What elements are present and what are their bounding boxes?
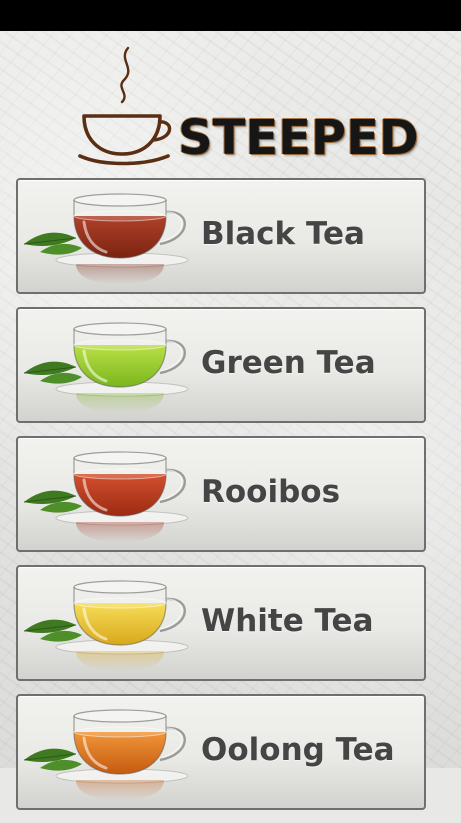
teacup-icon (23, 322, 189, 413)
status-bar (0, 0, 461, 31)
tea-button-black[interactable]: Black Tea (16, 178, 426, 294)
tea-label: Rooibos (201, 474, 341, 510)
teacup-icon (23, 580, 189, 671)
tea-label: Black Tea (201, 216, 365, 252)
teacup-icon (23, 451, 189, 542)
app-title: STEEPED (178, 110, 419, 166)
app-logo: STEEPED (78, 44, 419, 169)
tea-label: Green Tea (201, 345, 376, 381)
tea-button-oolong[interactable]: Oolong Tea (16, 694, 426, 810)
tea-button-green[interactable]: Green Tea (16, 307, 426, 423)
tea-label: White Tea (201, 603, 374, 639)
teacup-icon (23, 709, 189, 800)
tea-label: Oolong Tea (201, 732, 395, 768)
tea-button-rooibos[interactable]: Rooibos (16, 436, 426, 552)
tea-button-white[interactable]: White Tea (16, 565, 426, 681)
tea-list: Black Tea Green Tea Rooibos White Tea Oo… (16, 178, 426, 823)
teacup-icon (23, 193, 189, 284)
